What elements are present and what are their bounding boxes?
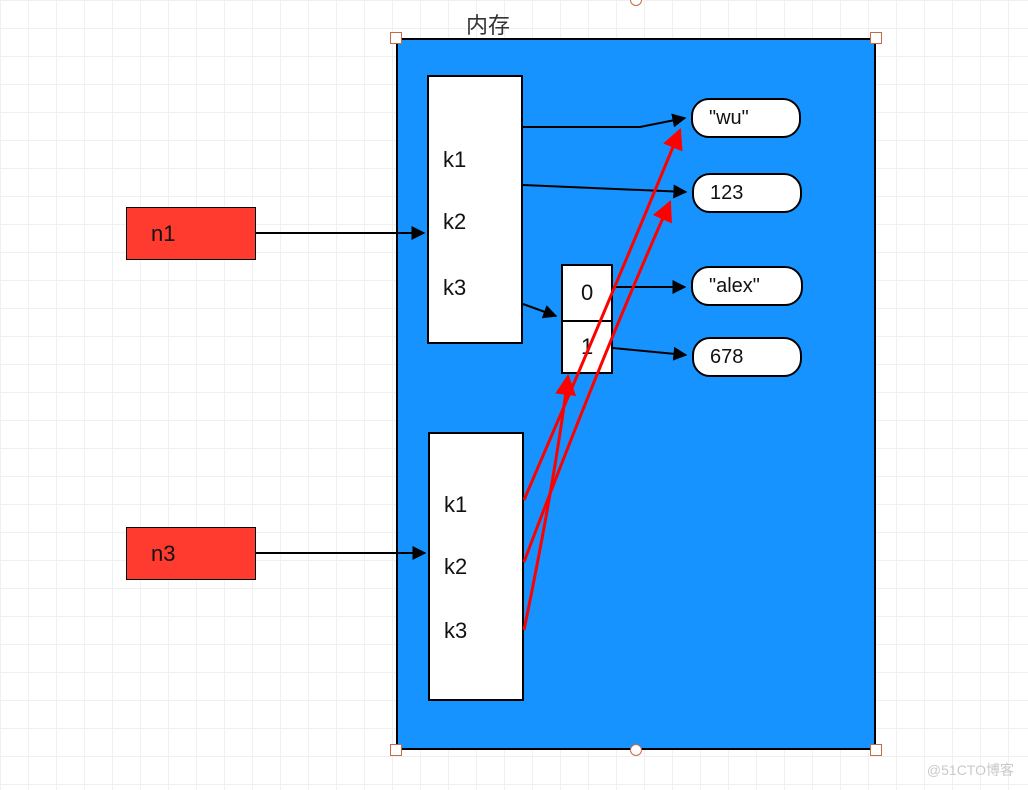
list-divider xyxy=(563,320,611,322)
memory-title: 内存 xyxy=(466,8,510,40)
dict2-k1: k1 xyxy=(444,492,467,518)
selection-handle-bm[interactable] xyxy=(630,744,642,756)
selection-handle-tl[interactable] xyxy=(390,32,402,44)
variable-n3: n3 xyxy=(126,527,256,580)
variable-n1: n1 xyxy=(126,207,256,260)
selection-handle-bl[interactable] xyxy=(390,744,402,756)
value-123: 123 xyxy=(692,173,802,213)
diagram-canvas: 内存 n1 n3 k1 k2 k3 k1 k2 k3 0 1 "wu" 123 … xyxy=(0,0,1028,790)
dict1-k1: k1 xyxy=(443,147,466,173)
dict1-k3: k3 xyxy=(443,275,466,301)
dict2-k3: k3 xyxy=(444,618,467,644)
list-k3: 0 1 xyxy=(561,264,613,374)
dict1-k2: k2 xyxy=(443,209,466,235)
dict-n3: k1 k2 k3 xyxy=(428,432,524,701)
selection-handle-br[interactable] xyxy=(870,744,882,756)
variable-n3-label: n3 xyxy=(151,541,175,567)
selection-handle-tm[interactable] xyxy=(630,0,642,6)
variable-n1-label: n1 xyxy=(151,221,175,247)
selection-handle-tr[interactable] xyxy=(870,32,882,44)
list-index-1: 1 xyxy=(581,334,593,360)
dict2-k2: k2 xyxy=(444,554,467,580)
dict-n1: k1 k2 k3 xyxy=(427,75,523,344)
value-alex: "alex" xyxy=(691,266,803,306)
list-index-0: 0 xyxy=(581,280,593,306)
value-678: 678 xyxy=(692,337,802,377)
value-wu: "wu" xyxy=(691,98,801,138)
watermark: @51CTO博客 xyxy=(927,760,1014,780)
